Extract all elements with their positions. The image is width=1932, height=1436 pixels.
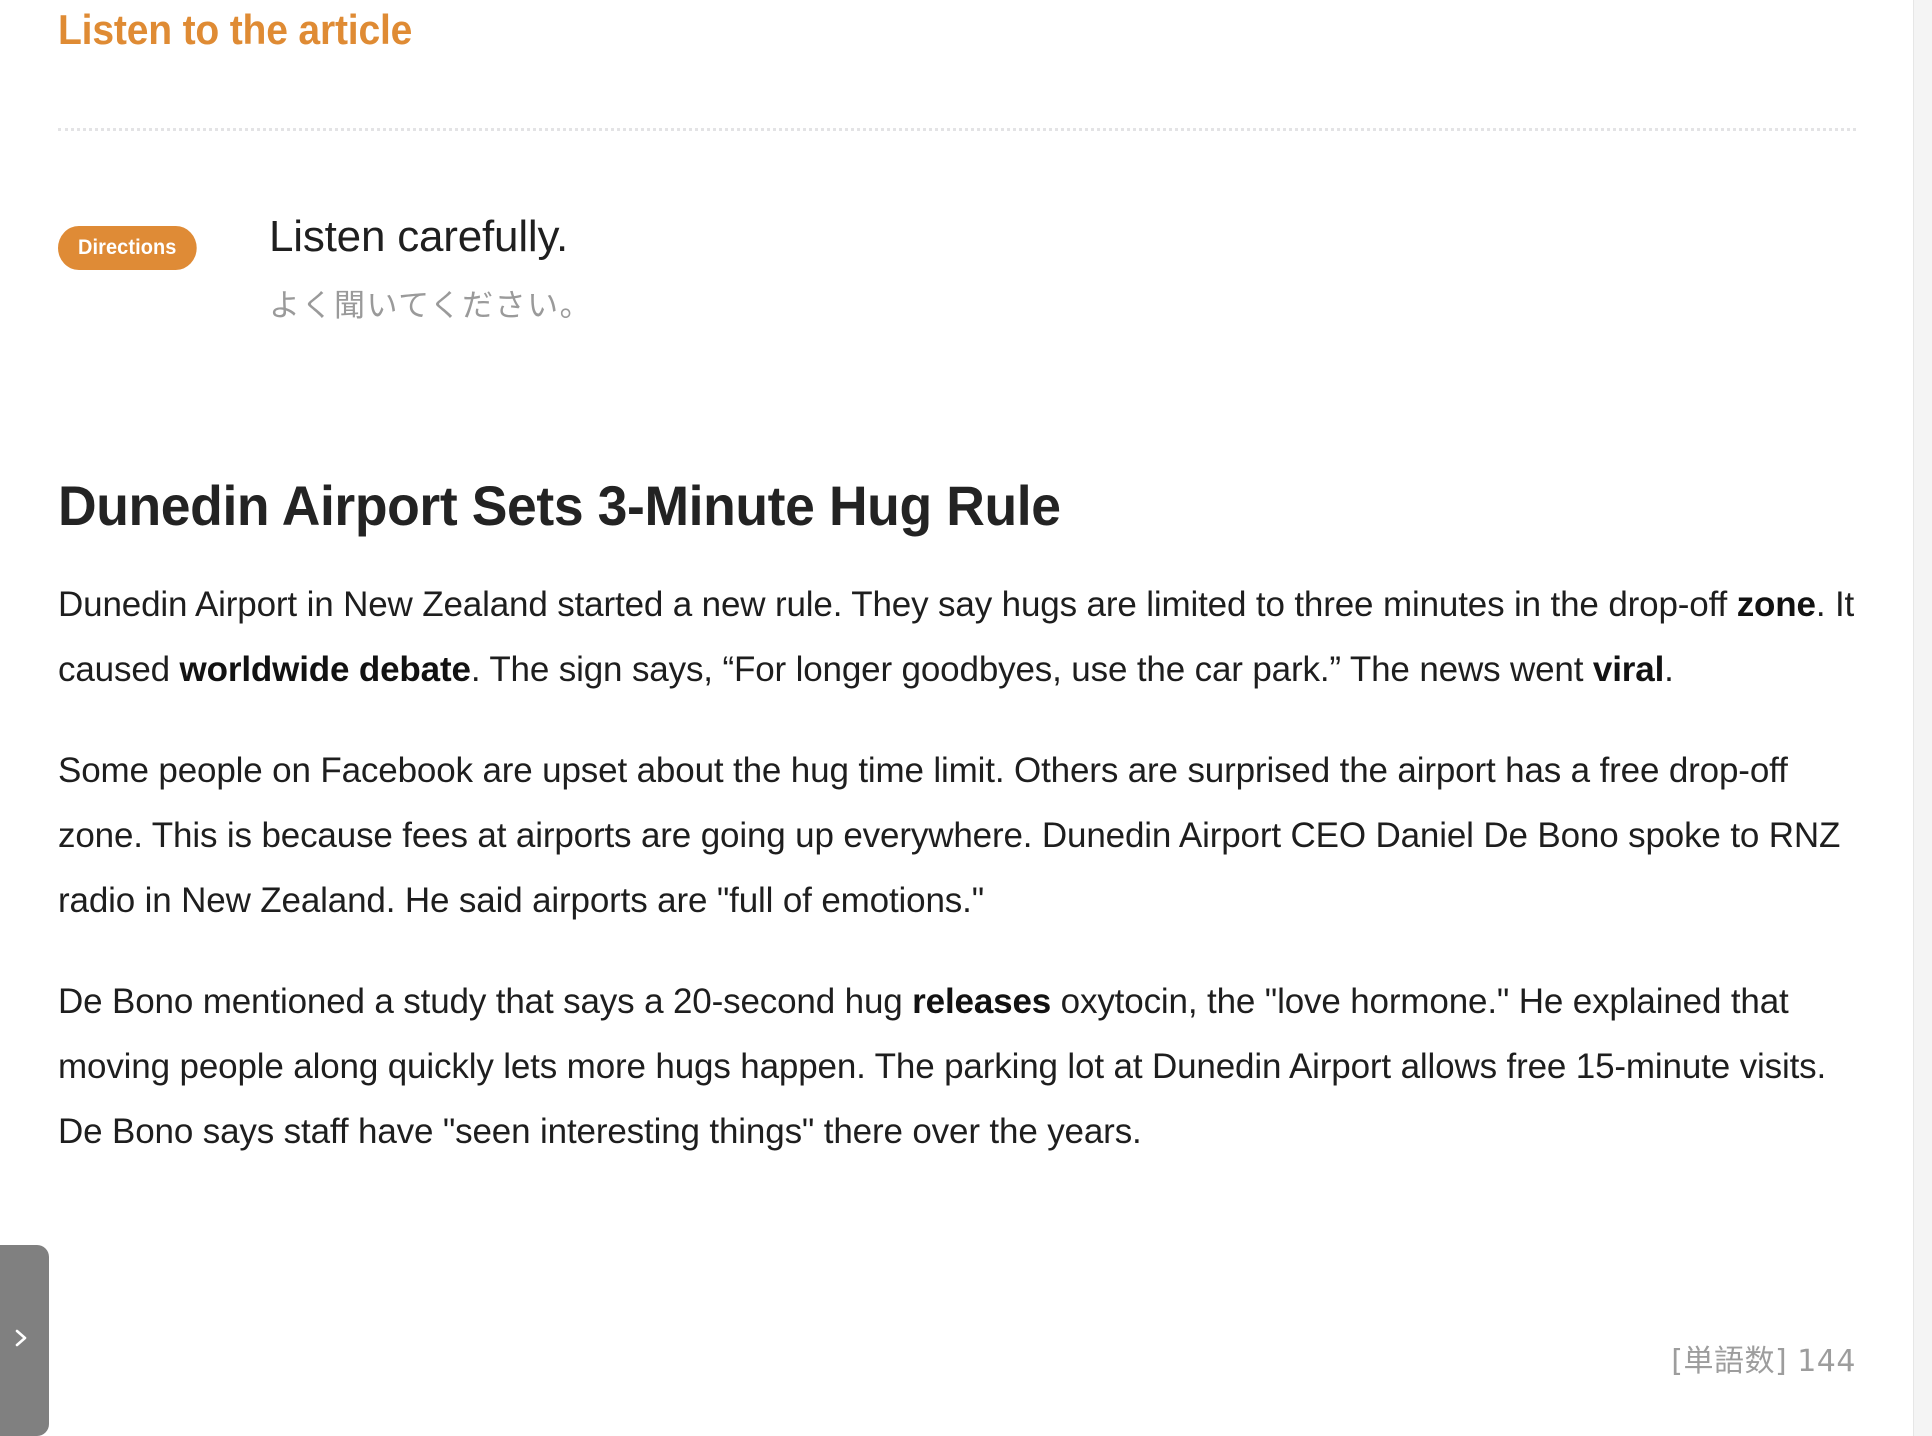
keyword-term: zone [1736,585,1816,624]
page-title: Listen to the article [58,6,413,53]
keyword-term: viral [1592,650,1665,689]
article-paragraph: De Bono mentioned a study that says a 20… [58,933,1870,1164]
keyword-term: worldwide debate [179,650,471,689]
chevron-right-icon [11,1328,31,1348]
paragraph-text: . The sign says, “For longer goodbyes, u… [470,650,1593,689]
keyword-term: releases [912,982,1052,1021]
paragraph-text: . [1664,650,1674,689]
drawer-toggle-button[interactable] [0,1245,49,1436]
page-root: Listen to the article Directions Listen … [0,0,1932,1436]
scrollbar-track[interactable] [1913,0,1932,1436]
content-column: Listen to the article Directions Listen … [58,0,1858,1151]
paragraph-text: De Bono mentioned a study that says a 20… [58,982,913,1021]
article-paragraph: Dunedin Airport in New Zealand started a… [58,542,1870,702]
status-badge: Directions [58,226,197,270]
article-body: Dunedin Airport in New Zealand started a… [58,542,1870,1164]
directions-text-group: Listen carefully. よく聞いてください。 [269,206,1769,326]
article-paragraph: Some people on Facebook are upset about … [58,702,1870,933]
divider [58,128,1856,131]
directions-instruction-ja: よく聞いてください。 [269,288,593,324]
paragraph-text: Dunedin Airport in New Zealand started a… [58,585,1737,624]
article-title: Dunedin Airport Sets 3-Minute Hug Rule [58,474,1061,537]
directions-instruction-en: Listen carefully. [269,212,569,261]
article: Dunedin Airport Sets 3-Minute Hug Rule D… [58,470,1870,1164]
word-count-label: [単語数] 144 [1671,1344,1856,1379]
paragraph-text: Some people on Facebook are upset about … [58,751,1841,920]
